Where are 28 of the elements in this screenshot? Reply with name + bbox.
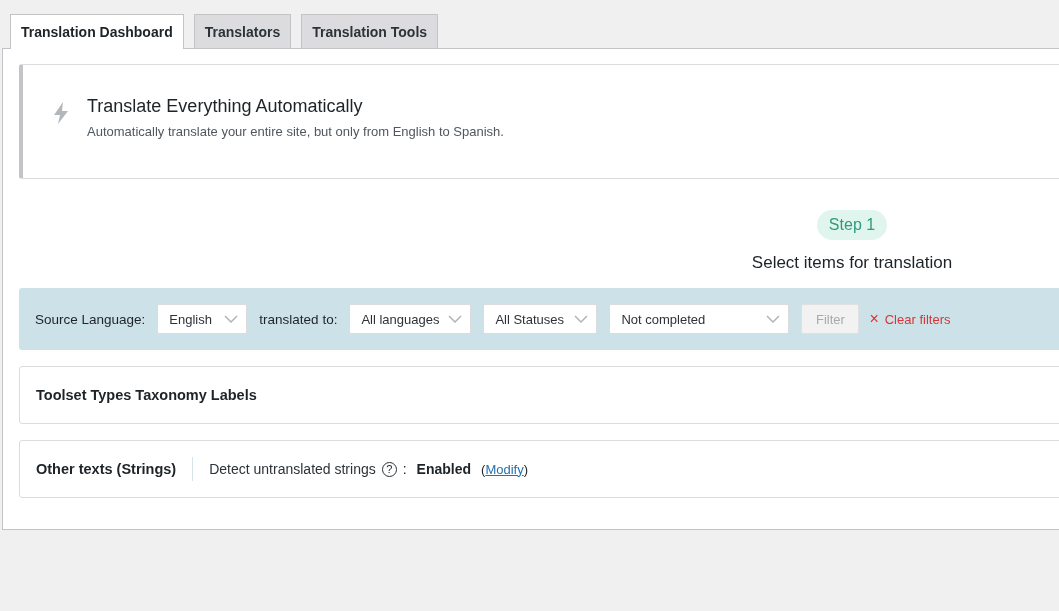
modify-link[interactable]: Modify bbox=[485, 461, 524, 477]
parenthesis-text: ( bbox=[481, 461, 486, 477]
clear-filters-link[interactable]: × Clear filters bbox=[869, 310, 951, 328]
colon-text: : bbox=[402, 461, 407, 477]
status-text: Enabled bbox=[416, 461, 472, 477]
setting-label: Detect untranslated strings bbox=[209, 461, 376, 477]
section-title: Other texts (Strings) bbox=[36, 461, 177, 477]
filter-label: Source Language: bbox=[35, 311, 146, 327]
tab[interactable]: Translation Dashboard bbox=[10, 14, 184, 49]
dropdown[interactable]: English bbox=[157, 304, 248, 334]
caret-icon bbox=[766, 315, 781, 323]
step-title: Select items for translation bbox=[751, 253, 953, 273]
notice-description: Automatically translate your entire site, but only from English to Spanish. bbox=[87, 124, 504, 139]
caret-icon bbox=[448, 315, 463, 323]
notice-title: Translate Everything Automatically bbox=[87, 96, 364, 117]
section-title: Toolset Types Taxonomy Labels bbox=[36, 387, 257, 403]
dropdown[interactable]: All Statuses bbox=[483, 304, 598, 334]
tab[interactable]: Translation Tools bbox=[301, 14, 439, 48]
close-icon: × bbox=[869, 310, 879, 328]
caret-icon bbox=[574, 315, 589, 323]
parenthesis-text: ) bbox=[523, 461, 529, 477]
tab[interactable]: Translators bbox=[193, 14, 292, 48]
lightning-icon bbox=[53, 102, 69, 124]
dropdown[interactable]: All languages bbox=[349, 304, 472, 334]
step-badge: Step 1 bbox=[816, 210, 888, 240]
dropdown[interactable]: Not completed bbox=[609, 304, 790, 334]
filter-label: translated to: bbox=[259, 311, 338, 327]
caret-icon bbox=[224, 315, 239, 323]
